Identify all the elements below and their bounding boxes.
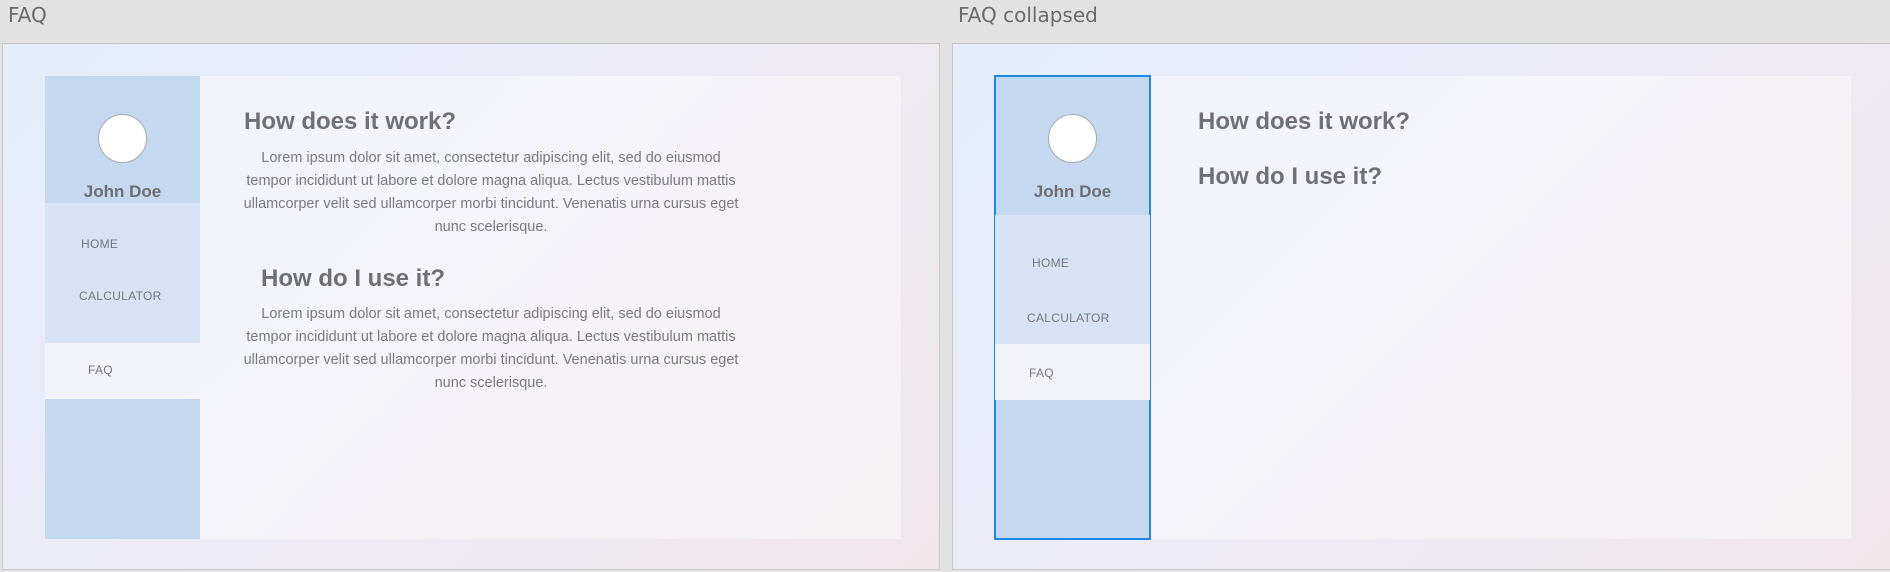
nav-item-calculator[interactable]: CALCULATOR [79, 289, 162, 303]
avatar[interactable] [1048, 114, 1097, 163]
sidebar-selected[interactable]: John Doe HOME CALCULATOR FAQ [994, 75, 1151, 540]
nav-item-home[interactable]: HOME [81, 237, 118, 251]
nav-item-faq-active[interactable]: FAQ [995, 344, 1150, 400]
faq-question-1[interactable]: How does it work? [244, 108, 456, 136]
board-title-faq-collapsed: FAQ collapsed [958, 3, 1098, 27]
sidebar: John Doe HOME CALCULATOR FAQ [45, 76, 200, 539]
nav-item-faq[interactable]: FAQ [88, 363, 113, 377]
artboard-faq-collapsed[interactable]: John Doe HOME CALCULATOR FAQ How does it… [952, 43, 1890, 570]
artboard-faq[interactable]: John Doe HOME CALCULATOR FAQ How does it… [2, 43, 940, 570]
faq-question-2[interactable]: How do I use it? [1198, 163, 1382, 191]
user-name: John Doe [1033, 182, 1112, 201]
faq-answer-1: Lorem ipsum dolor sit amet, consectetur … [243, 150, 739, 235]
app-card: John Doe HOME CALCULATOR FAQ How does it… [45, 76, 901, 539]
avatar[interactable] [98, 114, 147, 163]
app-card: John Doe HOME CALCULATOR FAQ How does it… [994, 75, 1851, 540]
nav-item-home[interactable]: HOME [1032, 256, 1069, 270]
faq-answer-2: Lorem ipsum dolor sit amet, consectetur … [243, 306, 739, 391]
user-name: John Doe [83, 182, 162, 201]
board-title-faq: FAQ [8, 3, 47, 27]
nav-item-calculator[interactable]: CALCULATOR [1027, 311, 1110, 325]
faq-question-1[interactable]: How does it work? [1198, 108, 1410, 136]
nav-panel [45, 203, 200, 344]
nav-item-faq[interactable]: FAQ [1029, 366, 1054, 380]
faq-question-2[interactable]: How do I use it? [261, 265, 445, 293]
nav-item-faq-active[interactable]: FAQ [45, 343, 200, 399]
